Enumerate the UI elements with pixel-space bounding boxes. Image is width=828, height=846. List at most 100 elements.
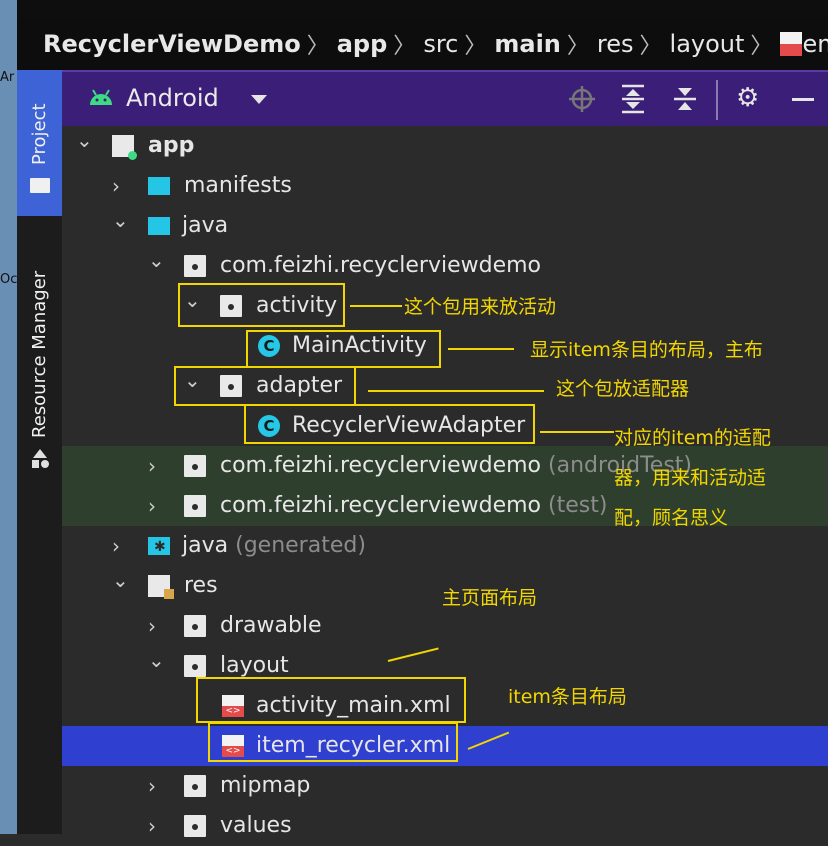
tree-item-main-activity[interactable]: C MainActivity: [62, 326, 828, 366]
class-icon: C: [258, 335, 280, 357]
package-folder-icon: [184, 455, 206, 477]
tree-item-name: drawable: [220, 613, 322, 638]
resource-manager-tab[interactable]: Resource Manager: [29, 271, 50, 438]
tree-item-name: res: [184, 573, 218, 598]
tree-item-java-generated[interactable]: › ✱ java (generated): [62, 526, 828, 566]
project-view-selector[interactable]: Android: [126, 84, 219, 112]
tree-item-android-test-package[interactable]: › com.feizhi.recyclerviewdemo (androidTes…: [62, 446, 828, 486]
tree-item-name: java: [182, 213, 229, 238]
breadcrumb-separator: 〉: [750, 34, 773, 59]
tree-item-adapter-package[interactable]: ⌄ adapter: [62, 366, 828, 406]
tree-item-label: layout: [220, 652, 289, 680]
chevron-right-icon[interactable]: ›: [112, 534, 132, 558]
project-tab-label: Project: [29, 103, 50, 165]
tree-item-values[interactable]: › values: [62, 806, 828, 846]
breadcrumb: RecyclerViewDemo 〉 app 〉 src 〉 main 〉 res 〉 layout…: [17, 18, 828, 70]
tree-item-qualifier: (generated): [235, 533, 366, 558]
chevron-down-icon[interactable]: ⌄: [148, 648, 168, 672]
class-icon: C: [258, 415, 280, 437]
tree-item-layout[interactable]: ⌄ layout: [62, 646, 828, 686]
breadcrumb-item[interactable]: res: [597, 30, 634, 58]
project-toolbar: Android ⚙: [62, 70, 828, 126]
collapse-all-icon[interactable]: [672, 84, 698, 114]
project-tree: ⌄ app › manifests ⌄ java ⌄ com.feizhi.recyclerv…: [62, 126, 828, 838]
package-folder-icon: [184, 255, 206, 277]
tree-item-name: layout: [220, 653, 289, 678]
tree-item-java[interactable]: ⌄ java: [62, 206, 828, 246]
tree-item-name: com.feizhi.recyclerviewdemo: [220, 453, 542, 478]
tree-item-label: com.feizhi.recyclerviewdemo (androidTest…: [220, 452, 692, 480]
breadcrumb-separator: 〉: [464, 34, 487, 59]
side-tool-window-bar: Project Resource Manager: [17, 70, 62, 834]
package-folder-icon: [184, 495, 206, 517]
package-folder-icon: [184, 775, 206, 797]
tree-item-name: manifests: [184, 173, 292, 198]
tree-item-name: com.feizhi.recyclerviewdemo: [220, 493, 542, 518]
breadcrumb-item[interactable]: app: [337, 30, 388, 58]
tree-item-activity-main-xml[interactable]: activity_main.xml: [62, 686, 828, 726]
desktop-label: Ar: [0, 70, 15, 85]
tree-item-label: manifests: [184, 172, 292, 200]
chevron-right-icon[interactable]: ›: [148, 814, 168, 838]
tree-item-name: activity: [256, 293, 338, 318]
chevron-down-icon[interactable]: ⌄: [184, 288, 204, 312]
tree-item-package[interactable]: ⌄ com.feizhi.recyclerviewdemo: [62, 246, 828, 286]
minus-icon[interactable]: [792, 98, 814, 101]
tree-item-name: RecyclerViewAdapter: [292, 413, 526, 438]
breadcrumb-item[interactable]: RecyclerViewDemo: [43, 30, 301, 58]
tree-item-manifests[interactable]: › manifests: [62, 166, 828, 206]
chevron-right-icon[interactable]: ›: [148, 614, 168, 638]
folder-icon: [30, 178, 50, 193]
tree-item-label: mipmap: [220, 772, 310, 800]
breadcrumb-separator: 〉: [566, 34, 589, 59]
chevron-right-icon[interactable]: ›: [148, 494, 168, 518]
tree-item-item-recycler-xml[interactable]: item_recycler.xml: [62, 726, 828, 766]
breadcrumb-item[interactable]: main: [494, 30, 561, 58]
gear-icon[interactable]: ⚙: [736, 85, 759, 111]
tree-item-qualifier: (androidTest): [548, 453, 693, 478]
tree-item-label: drawable: [220, 612, 322, 640]
tree-item-recyclerview-adapter[interactable]: C RecyclerViewAdapter: [62, 406, 828, 446]
generated-folder-icon: ✱: [148, 537, 170, 555]
tree-item-res[interactable]: ⌄ res: [62, 566, 828, 606]
chevron-down-icon[interactable]: ⌄: [76, 128, 96, 152]
breadcrumb-separator: 〉: [393, 34, 416, 59]
breadcrumb-separator: 〉: [306, 34, 329, 59]
tree-item-drawable[interactable]: › drawable: [62, 606, 828, 646]
chevron-right-icon[interactable]: ›: [112, 174, 132, 198]
crosshair-icon[interactable]: [568, 85, 596, 113]
tree-item-label: activity_main.xml: [256, 692, 451, 720]
project-tool-button[interactable]: Project: [17, 70, 62, 216]
tree-item-label: RecyclerViewAdapter: [292, 412, 525, 440]
breadcrumb-item[interactable]: src: [423, 30, 458, 58]
resource-manager-icon: [32, 449, 49, 468]
package-folder-icon: [184, 655, 206, 677]
package-folder-icon: [220, 295, 242, 317]
resources-folder-icon: [148, 575, 174, 599]
tree-item-name: MainActivity: [292, 333, 427, 358]
expand-all-icon[interactable]: [620, 84, 646, 114]
breadcrumb-item[interactable]: layout: [670, 30, 745, 58]
chevron-down-icon[interactable]: ⌄: [184, 368, 204, 392]
toolbar-divider: [716, 80, 718, 120]
chevron-down-icon[interactable]: ⌄: [148, 248, 168, 272]
tree-item-label: java (generated): [182, 532, 366, 560]
chevron-right-icon[interactable]: ›: [148, 774, 168, 798]
chevron-right-icon[interactable]: ›: [148, 454, 168, 478]
chevron-down-icon[interactable]: ⌄: [112, 208, 132, 232]
tree-item-label: java: [182, 212, 228, 240]
chevron-down-icon[interactable]: ⌄: [112, 568, 132, 592]
tree-item-label: MainActivity: [292, 332, 427, 360]
tree-item-name: app: [148, 133, 195, 158]
tree-item-label: values: [220, 812, 292, 840]
tree-item-label: com.feizhi.recyclerviewdemo (test): [220, 492, 607, 520]
tree-item-name: values: [220, 813, 292, 838]
tree-item-test-package[interactable]: › com.feizhi.recyclerviewdemo (test): [62, 486, 828, 526]
breadcrumb-separator: 〉: [639, 34, 662, 59]
tree-item-app[interactable]: ⌄ app: [62, 126, 828, 166]
tree-item-mipmap[interactable]: › mipmap: [62, 766, 828, 806]
chevron-down-icon[interactable]: [250, 94, 268, 106]
tree-item-activity-package[interactable]: ⌄ activity: [62, 286, 828, 326]
xml-file-icon: [222, 695, 244, 717]
tree-item-name: mipmap: [220, 773, 311, 798]
